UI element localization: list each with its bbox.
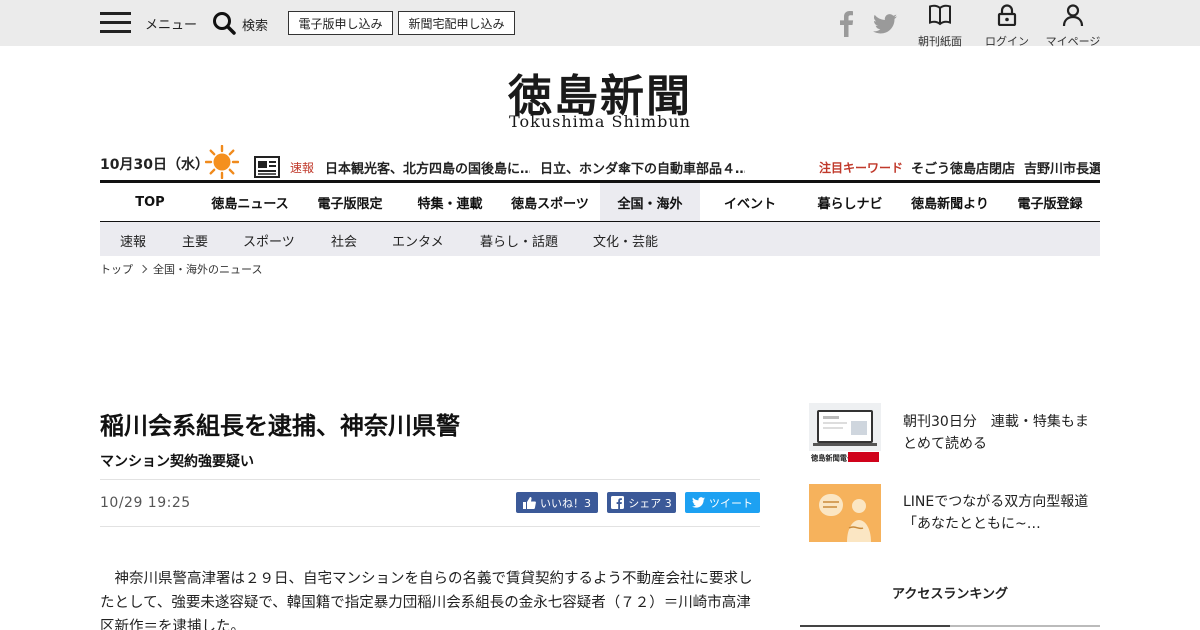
keyword-link[interactable]: 吉野川市長選 — [1024, 158, 1100, 177]
divider — [100, 526, 760, 527]
nav-from-shimbun[interactable]: 徳島新聞より — [900, 183, 1000, 221]
article-subheadline: マンション契約強要疑い — [100, 454, 254, 470]
morning-paper-label: 朝刊紙面 — [918, 35, 962, 48]
login-link[interactable]: ログイン — [977, 4, 1037, 49]
nav-features[interactable]: 特集・連載 — [400, 183, 500, 221]
article-datetime: 10/29 19:25 — [100, 495, 191, 511]
access-ranking-title: アクセスランキング — [892, 587, 1008, 602]
mypage-label: マイページ — [1045, 35, 1101, 48]
tweet-button[interactable]: ツイート — [685, 492, 760, 513]
hamburger-menu-icon[interactable] — [100, 12, 131, 34]
sub-nav: 速報 主要 スポーツ 社会 エンタメ 暮らし・話題 文化・芸能 — [100, 222, 1100, 256]
facebook-share-button[interactable]: シェア 3 — [607, 492, 676, 513]
twitter-icon[interactable] — [872, 14, 898, 34]
lock-icon — [997, 4, 1017, 27]
nav-digital-exclusive[interactable]: 電子版限定 — [300, 183, 400, 221]
article-headline: 稲川会系組長を逮捕、神奈川県警 — [100, 412, 460, 440]
nav-top[interactable]: TOP — [100, 183, 200, 221]
breadcrumb: トップ 全国・海外のニュース — [100, 261, 262, 277]
newspaper-icon — [254, 156, 280, 178]
digital-edition-thumbnail[interactable]: 徳島新聞電子版 — [809, 403, 881, 463]
keyword-list: そごう徳島店閉店 吉野川市長選 — [905, 150, 1100, 178]
thumbs-up-icon — [523, 496, 536, 509]
top-bar: メニュー 検索 電子版申し込み 新聞宅配申し込み 朝刊紙面 ログイン マイページ — [0, 0, 1200, 49]
ranking-tab-active[interactable] — [800, 625, 950, 627]
tweet-label: ツイート — [709, 496, 753, 510]
like-button[interactable]: いいね！3 — [516, 492, 598, 513]
breaking-news-label: 速報 — [290, 161, 315, 175]
morning-paper-link[interactable]: 朝刊紙面 — [910, 4, 970, 49]
sidebar-promo-text[interactable]: LINEでつながる双方向型報道「あなたとともに~… — [903, 491, 1100, 535]
nav-tokushima-news[interactable]: 徳島ニュース — [200, 183, 300, 221]
search-icon[interactable] — [212, 11, 236, 35]
keyword-link[interactable]: そごう徳島店閉店 — [911, 158, 1015, 177]
breadcrumb-current[interactable]: 全国・海外のニュース — [153, 261, 262, 277]
subnav-lifestyle[interactable]: 暮らし・話題 — [480, 231, 558, 250]
nav-events[interactable]: イベント — [700, 183, 800, 221]
mypage-link[interactable]: マイページ — [1043, 4, 1103, 49]
facebook-square-icon — [611, 496, 625, 509]
divider — [100, 479, 760, 480]
ticker-item[interactable]: 日本観光客、北方四島の国後島に… — [325, 158, 530, 177]
subnav-society[interactable]: 社会 — [331, 231, 357, 250]
main-nav: TOP 徳島ニュース 電子版限定 特集・連載 徳島スポーツ 全国・海外 イベント… — [100, 180, 1100, 222]
nav-national-world[interactable]: 全国・海外 — [600, 183, 700, 221]
today-date: 10月30日（水） — [100, 157, 209, 173]
nav-digital-register[interactable]: 電子版登録 — [1000, 183, 1100, 221]
article-body: 神奈川県警高津署は２９日、自宅マンションを自らの名義で賃貸契約するよう不動産会社… — [100, 571, 753, 630]
user-icon — [1062, 4, 1084, 27]
share-label: シェア 3 — [628, 496, 672, 510]
digital-subscribe-button[interactable]: 電子版申し込み — [288, 11, 393, 35]
nav-tokushima-sports[interactable]: 徳島スポーツ — [500, 183, 600, 221]
ranking-tab-bar[interactable] — [800, 625, 1100, 627]
home-delivery-button[interactable]: 新聞宅配申し込み — [398, 11, 515, 35]
subnav-main[interactable]: 主要 — [182, 231, 208, 250]
subnav-culture[interactable]: 文化・芸能 — [593, 231, 658, 250]
chevron-right-icon — [138, 264, 148, 274]
open-book-icon — [929, 4, 951, 26]
twitter-bird-icon — [692, 497, 705, 508]
subnav-sports[interactable]: スポーツ — [243, 231, 295, 250]
breadcrumb-home[interactable]: トップ — [100, 261, 133, 277]
ticker-item[interactable]: 日立、ホンダ傘下の自動車部品４… — [540, 158, 745, 177]
like-label: いいね！3 — [540, 496, 591, 510]
line-report-thumbnail[interactable] — [809, 484, 881, 542]
sunny-weather-icon — [205, 145, 239, 179]
sidebar-promo-text[interactable]: 朝刊30日分 連載・特集もまとめて読める — [903, 411, 1100, 455]
nav-living-navi[interactable]: 暮らしナビ — [800, 183, 900, 221]
subnav-breaking[interactable]: 速報 — [120, 231, 146, 250]
login-label: ログイン — [985, 35, 1029, 48]
menu-label[interactable]: メニュー — [145, 14, 197, 33]
featured-keywords-label: 注目キーワード — [819, 161, 904, 175]
subnav-entertainment[interactable]: エンタメ — [392, 231, 444, 250]
search-label[interactable]: 検索 — [242, 15, 268, 34]
site-logo-english: Tokushima Shimbun — [509, 112, 691, 131]
facebook-icon[interactable] — [838, 11, 854, 37]
